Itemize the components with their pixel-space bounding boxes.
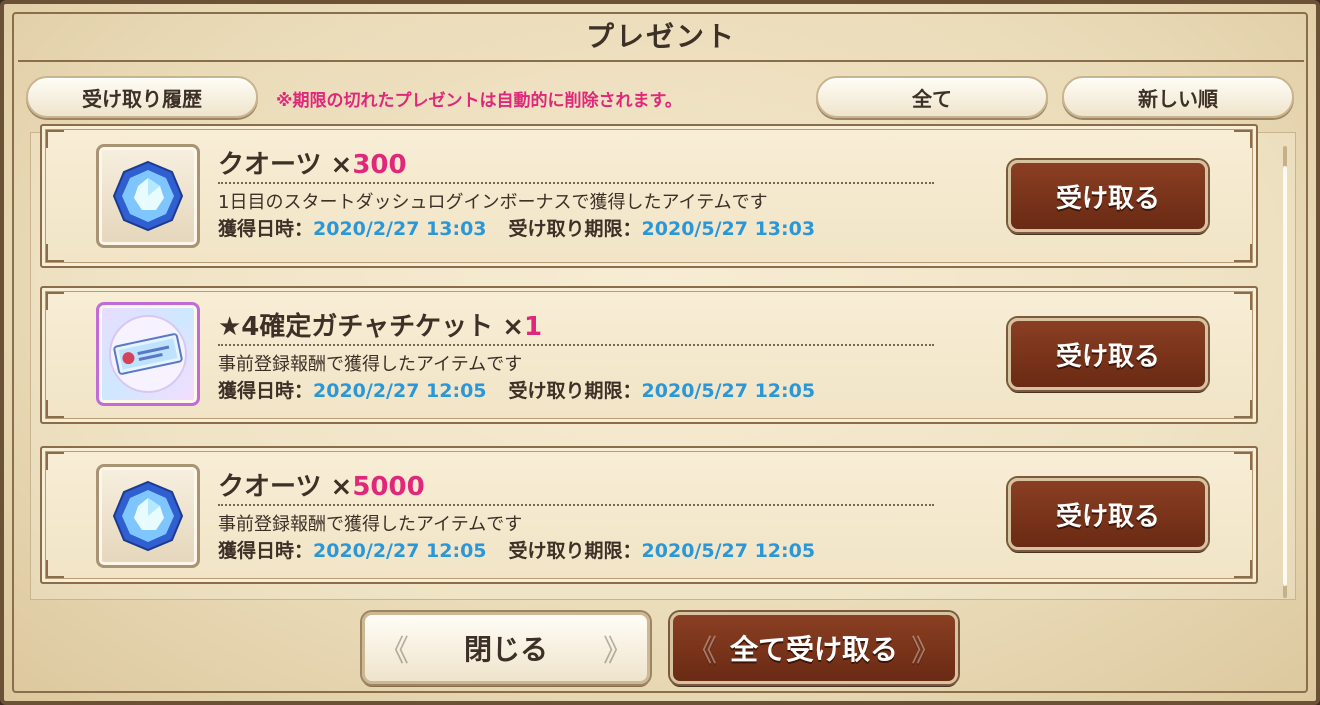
item-description: 事前登録報酬で獲得したアイテムです xyxy=(218,514,523,535)
obtained-date: 2020/2/27 12:05 xyxy=(313,540,487,562)
item-quantity: 1 xyxy=(523,312,543,342)
item-name: ★4確定ガチャチケット ×1 xyxy=(218,312,543,342)
receive-all-button[interactable]: 《 全て受け取る 》 xyxy=(670,612,958,684)
gacha-ticket-icon xyxy=(96,302,200,406)
filter-all-button[interactable]: 全て xyxy=(816,76,1048,118)
receive-button[interactable]: 受け取る xyxy=(1008,478,1208,550)
receive-all-button-label: 全て受け取る xyxy=(729,633,898,666)
item-name: クオーツ ×5000 xyxy=(218,472,425,502)
item-name: クオーツ ×300 xyxy=(218,150,407,180)
close-button[interactable]: 《 閉じる 》 xyxy=(362,612,650,684)
obtained-date: 2020/2/27 12:05 xyxy=(313,380,487,402)
bracket-left-icon: 《 xyxy=(379,634,409,669)
deadline-date: 2020/5/27 12:05 xyxy=(641,540,816,562)
scrollbar[interactable] xyxy=(1283,146,1287,598)
present-item: クオーツ ×5000 事前登録報酬で獲得したアイテムです 獲得日時：2020/2… xyxy=(40,446,1258,584)
dialog-title: プレゼント xyxy=(585,20,736,53)
bracket-left-icon: 《 xyxy=(687,634,717,669)
divider xyxy=(218,504,934,506)
present-item: ★4確定ガチャチケット ×1 事前登録報酬で獲得したアイテムです 獲得日時：20… xyxy=(40,286,1258,424)
receive-button[interactable]: 受け取る xyxy=(1008,318,1208,390)
receive-button[interactable]: 受け取る xyxy=(1008,160,1208,232)
item-description: 1日目のスタートダッシュログインボーナスで獲得したアイテムです xyxy=(218,192,768,213)
bracket-right-icon: 》 xyxy=(603,634,633,669)
quartz-crystal-icon xyxy=(96,464,200,568)
item-description: 事前登録報酬で獲得したアイテムです xyxy=(218,354,523,375)
deadline-date: 2020/5/27 13:03 xyxy=(641,218,816,240)
item-dates: 獲得日時：2020/2/27 12:05 受け取り期限：2020/5/27 12:… xyxy=(218,380,816,402)
expiry-notice: ※期限の切れたプレゼントは自動的に削除されます。 xyxy=(276,91,682,111)
title-bar: プレゼント xyxy=(18,10,1304,62)
history-button[interactable]: 受け取り履歴 xyxy=(26,76,258,118)
scrollbar-thumb[interactable] xyxy=(1283,166,1287,586)
deadline-date: 2020/5/27 12:05 xyxy=(641,380,816,402)
bracket-right-icon: 》 xyxy=(911,634,941,669)
present-item: クオーツ ×300 1日目のスタートダッシュログインボーナスで獲得したアイテムで… xyxy=(40,124,1258,268)
item-quantity: 5000 xyxy=(352,472,425,502)
quartz-crystal-icon xyxy=(96,144,200,248)
divider xyxy=(218,344,934,346)
divider xyxy=(218,182,934,184)
present-dialog: プレゼント 受け取り履歴 ※期限の切れたプレゼントは自動的に削除されます。 全て… xyxy=(0,0,1320,705)
item-dates: 獲得日時：2020/2/27 13:03 受け取り期限：2020/5/27 13:… xyxy=(218,218,816,240)
item-dates: 獲得日時：2020/2/27 12:05 受け取り期限：2020/5/27 12:… xyxy=(218,540,816,562)
sort-newest-button[interactable]: 新しい順 xyxy=(1062,76,1294,118)
obtained-date: 2020/2/27 13:03 xyxy=(313,218,487,240)
close-button-label: 閉じる xyxy=(463,633,548,666)
item-quantity: 300 xyxy=(352,150,407,180)
